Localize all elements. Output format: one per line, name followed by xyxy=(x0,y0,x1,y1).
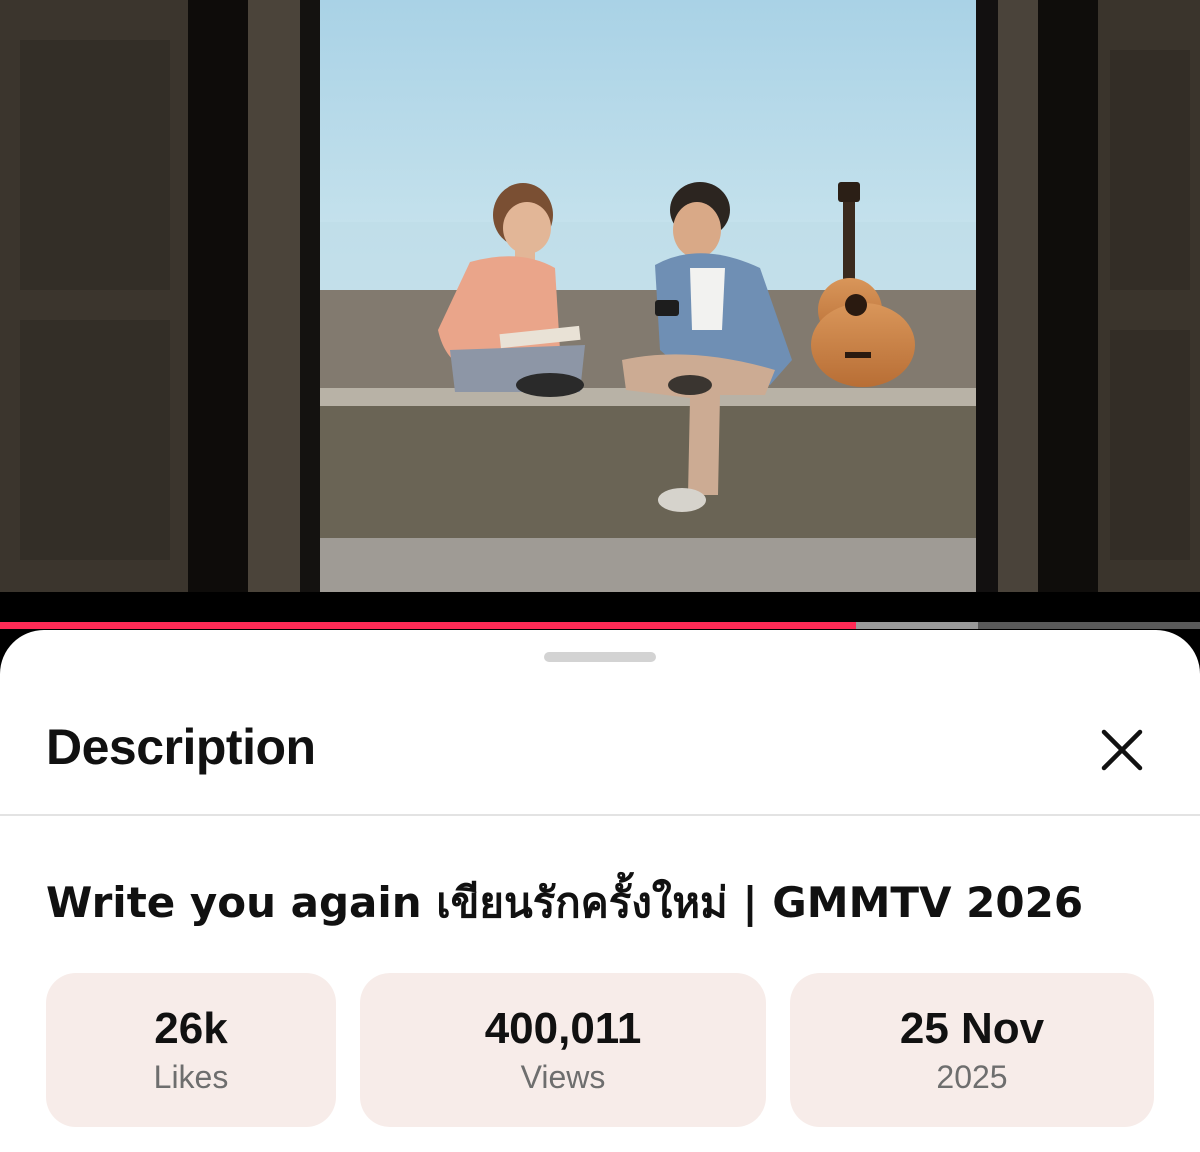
sheet-title: Description xyxy=(46,719,316,775)
publish-date: 25 Nov xyxy=(899,1004,1045,1054)
description-sheet: Description Write you again เขียนรักครั้… xyxy=(0,630,1200,1152)
close-button[interactable] xyxy=(1094,722,1150,778)
views-count: 400,011 xyxy=(484,1004,642,1054)
drag-handle[interactable] xyxy=(544,652,656,662)
video-frame xyxy=(0,0,1200,592)
video-progress-bar[interactable] xyxy=(0,622,1200,629)
video-title: Write you again เขียนรักครั้งใหม่ | GMMT… xyxy=(46,878,1084,927)
progress-played xyxy=(0,622,856,629)
stat-date: 25 Nov 2025 xyxy=(790,973,1154,1127)
close-icon xyxy=(1101,729,1143,771)
divider xyxy=(0,814,1200,816)
likes-count: 26k xyxy=(154,1004,228,1054)
publish-year: 2025 xyxy=(936,1058,1008,1095)
video-player[interactable] xyxy=(0,0,1200,592)
stat-likes: 26k Likes xyxy=(46,973,336,1127)
likes-label: Likes xyxy=(153,1058,229,1095)
stat-views: 400,011 Views xyxy=(360,973,766,1127)
views-label: Views xyxy=(520,1058,606,1095)
